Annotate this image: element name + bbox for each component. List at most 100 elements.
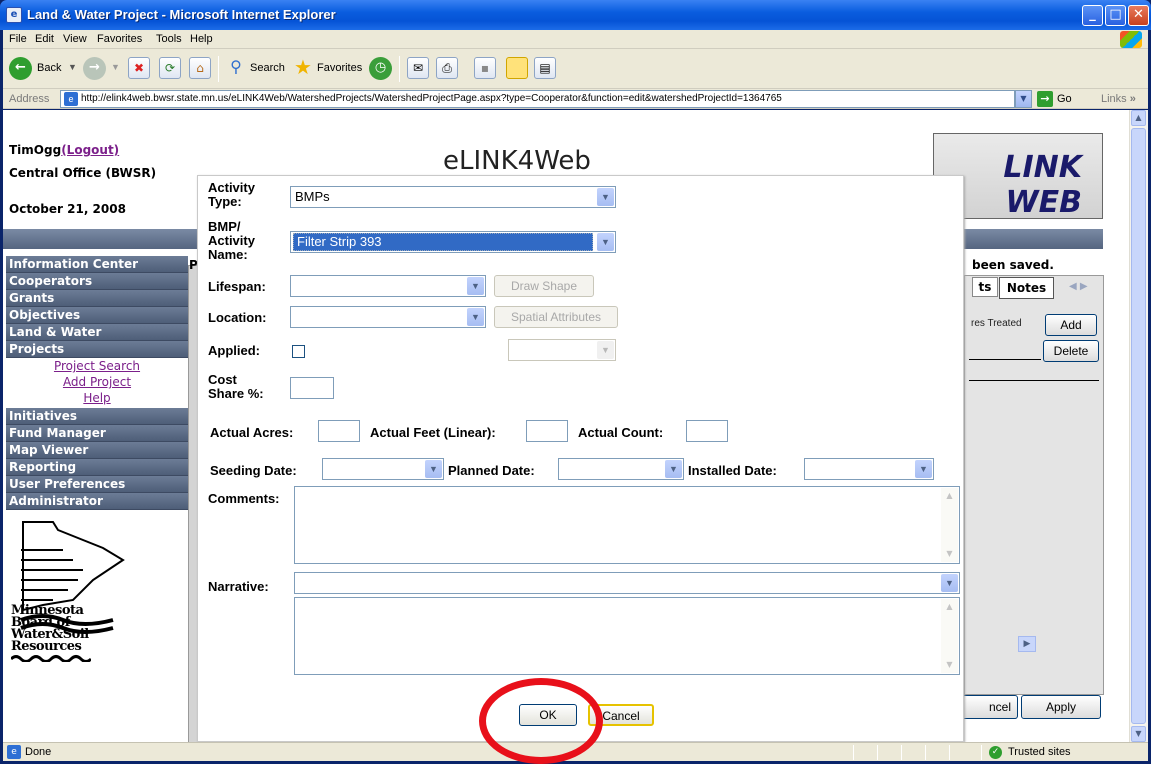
menu-tools[interactable]: Tools	[156, 33, 182, 45]
comments-scrollbar[interactable]: ▲ ▼	[941, 488, 958, 562]
nav-information-center[interactable]: Information Center	[6, 256, 188, 273]
spatial-attributes-button[interactable]: Spatial Attributes	[494, 306, 618, 328]
menu-view[interactable]: View	[63, 33, 87, 45]
narrative-scrollbar[interactable]: ▲ ▼	[941, 599, 958, 673]
scroll-right-icon[interactable]: ▶	[1018, 636, 1036, 652]
scroll-thumb[interactable]	[1131, 128, 1146, 724]
address-field[interactable]: e http://elink4web.bwsr.state.mn.us/eLIN…	[60, 90, 1015, 108]
search-icon[interactable]: ⚲	[225, 57, 247, 79]
actual-acres-input[interactable]	[318, 420, 360, 442]
nav-map-viewer[interactable]: Map Viewer	[6, 442, 188, 459]
comments-label: Comments:	[208, 491, 280, 506]
print-icon[interactable]: ⎙	[436, 57, 458, 79]
activity-type-select[interactable]: BMPs ▼	[290, 186, 616, 208]
chevron-down-icon[interactable]: ▼	[915, 460, 932, 478]
address-dropdown-icon[interactable]: ▼	[1015, 90, 1032, 108]
tab-notes[interactable]: Notes	[999, 277, 1054, 299]
status-text: Done	[25, 746, 52, 758]
history-icon[interactable]: ◷	[369, 57, 392, 80]
scroll-down-icon[interactable]: ▼	[941, 546, 958, 562]
maximize-button[interactable]: □	[1105, 5, 1126, 26]
applied-checkbox[interactable]	[292, 345, 305, 358]
nav-user-preferences[interactable]: User Preferences	[6, 476, 188, 493]
chevron-down-icon[interactable]: ▼	[597, 188, 614, 206]
address-url[interactable]: http://elink4web.bwsr.state.mn.us/eLINK4…	[81, 93, 782, 104]
security-zone: Trusted sites	[1008, 746, 1071, 758]
nav-initiatives[interactable]: Initiatives	[6, 408, 188, 425]
chevron-down-icon[interactable]: ▼	[597, 341, 614, 359]
nav-projects[interactable]: Projects	[6, 341, 188, 358]
nav-fund-manager[interactable]: Fund Manager	[6, 425, 188, 442]
discuss-icon[interactable]	[506, 57, 528, 79]
actual-feet-input[interactable]	[526, 420, 568, 442]
home-icon[interactable]: ⌂	[189, 57, 211, 79]
chevron-down-icon[interactable]: ▼	[467, 308, 484, 326]
chevron-down-icon[interactable]: ▼	[467, 277, 484, 295]
status-divider	[877, 745, 878, 760]
scroll-down-icon[interactable]: ▼	[941, 657, 958, 673]
bmp-name-value: Filter Strip 393	[293, 233, 593, 251]
go-button[interactable]: Go	[1057, 93, 1072, 105]
chevron-down-icon[interactable]: ▼	[425, 460, 442, 478]
menu-edit[interactable]: Edit	[35, 33, 54, 45]
back-arrow-icon[interactable]: ←	[9, 57, 32, 80]
refresh-icon[interactable]: ⟳	[159, 57, 181, 79]
wave-mark	[9, 655, 93, 663]
logout-link[interactable]: (Logout)	[61, 143, 119, 157]
delete-button[interactable]: Delete	[1043, 340, 1099, 362]
nav-help[interactable]: Help	[6, 391, 188, 405]
tab-scroll-arrows-icon[interactable]: ◀ ▶	[1069, 281, 1101, 293]
location-select[interactable]: ▼	[290, 306, 486, 328]
scroll-down-icon[interactable]: ▼	[1131, 726, 1146, 742]
lifespan-select[interactable]: ▼	[290, 275, 486, 297]
tab-partial[interactable]: ts	[972, 277, 998, 297]
nav-reporting[interactable]: Reporting	[6, 459, 188, 476]
annotation-circle	[479, 678, 603, 764]
scroll-up-icon[interactable]: ▲	[941, 488, 958, 504]
applied-select[interactable]: ▼	[508, 339, 616, 361]
go-arrow-icon[interactable]: →	[1037, 91, 1053, 107]
back-dropdown-icon[interactable]: ▼	[68, 62, 77, 72]
minimize-button[interactable]: _	[1082, 5, 1103, 26]
installed-date-select[interactable]: ▼	[804, 458, 934, 480]
menu-favorites[interactable]: Favorites	[97, 33, 142, 45]
apply-button[interactable]: Apply	[1021, 695, 1101, 719]
favorites-star-icon[interactable]: ★	[292, 57, 314, 79]
menu-help[interactable]: Help	[190, 33, 213, 45]
forward-dropdown-icon[interactable]: ▼	[111, 62, 120, 72]
nav-land-water[interactable]: Land & Water	[6, 324, 188, 341]
add-button[interactable]: Add	[1045, 314, 1097, 336]
edit-icon[interactable]: ▪	[474, 57, 496, 79]
scroll-up-icon[interactable]: ▲	[941, 599, 958, 615]
chevron-down-icon[interactable]: ▼	[597, 233, 614, 251]
research-icon[interactable]: ▤	[534, 57, 556, 79]
stop-icon[interactable]: ✖	[128, 57, 150, 79]
close-button[interactable]: ✕	[1128, 5, 1149, 26]
nav-cooperators[interactable]: Cooperators	[6, 273, 188, 290]
back-button-label[interactable]: Back	[37, 62, 61, 74]
actual-count-input[interactable]	[686, 420, 728, 442]
menu-file[interactable]: File	[9, 33, 27, 45]
search-button-label[interactable]: Search	[250, 62, 285, 74]
mail-icon[interactable]: ✉	[407, 57, 429, 79]
seeding-date-select[interactable]: ▼	[322, 458, 444, 480]
nav-project-search[interactable]: Project Search	[6, 359, 188, 373]
planned-date-select[interactable]: ▼	[558, 458, 684, 480]
bmp-name-select[interactable]: Filter Strip 393 ▼	[290, 231, 616, 253]
favorites-button-label[interactable]: Favorites	[317, 62, 362, 74]
narrative-label: Narrative:	[208, 579, 269, 594]
nav-add-project[interactable]: Add Project	[6, 375, 188, 389]
scroll-up-icon[interactable]: ▲	[1131, 110, 1146, 126]
cost-share-input[interactable]	[290, 377, 334, 399]
draw-shape-button[interactable]: Draw Shape	[494, 275, 594, 297]
narrative-textarea[interactable]: ▲ ▼	[294, 597, 960, 675]
narrative-select[interactable]: ▼	[294, 572, 960, 594]
comments-textarea[interactable]: ▲ ▼	[294, 486, 960, 564]
nav-grants[interactable]: Grants	[6, 290, 188, 307]
nav-administrator[interactable]: Administrator	[6, 493, 188, 510]
chevron-down-icon[interactable]: ▼	[941, 574, 958, 592]
forward-arrow-icon[interactable]: →	[83, 57, 106, 80]
links-button[interactable]: Links »	[1101, 93, 1136, 105]
chevron-down-icon[interactable]: ▼	[665, 460, 682, 478]
nav-objectives[interactable]: Objectives	[6, 307, 188, 324]
